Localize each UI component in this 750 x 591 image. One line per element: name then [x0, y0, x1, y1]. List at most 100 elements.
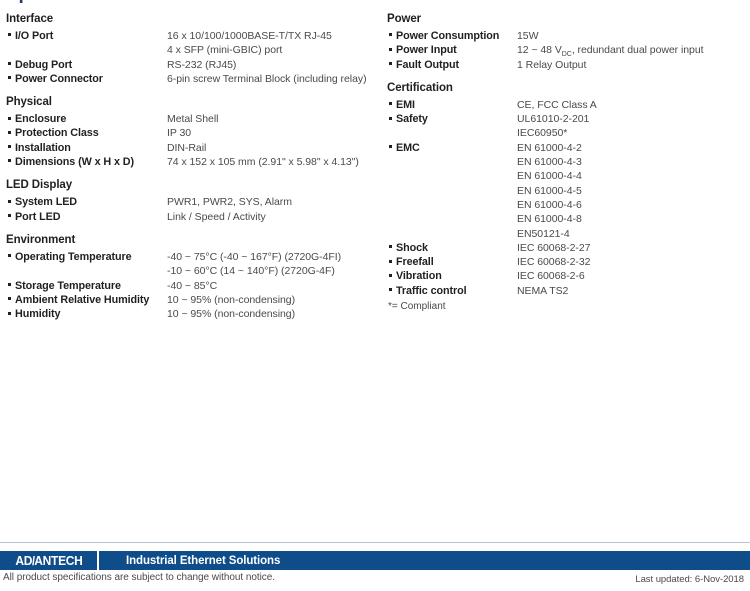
spec-label: Storage Temperature — [15, 279, 121, 292]
bullet-icon — [6, 307, 15, 321]
bullet-icon — [6, 141, 15, 155]
spec-row: Power Input 12 ~ 48 VDC, redundant dual p… — [387, 43, 747, 59]
spec-row: Fault Output 1 Relay Output — [387, 58, 747, 72]
spec-label: Vibration — [396, 270, 442, 283]
footer-tagline: Industrial Ethernet Solutions — [126, 554, 281, 567]
spec-value: IEC 60068-2-32 — [517, 256, 591, 269]
spec-section: Interface I/O Port 16 x 10/100/1000BASE-T/… — [6, 12, 378, 86]
spec-row: Freefall IEC 60068-2-32 — [387, 255, 747, 269]
bullet-icon — [387, 29, 396, 43]
spec-row: Vibration IEC 60068-2-6 — [387, 269, 747, 283]
spec-value: 10 ~ 95% (non-condensing) — [167, 293, 296, 306]
bullet-icon — [6, 293, 15, 307]
spec-value: EN 61000-4-2 EN 61000-4-3 EN 61000-4-4 E… — [517, 141, 582, 240]
spec-label: Dimensions (W x H x D) — [15, 156, 134, 169]
bullet-icon — [6, 72, 15, 86]
spec-row: Debug Port RS-232 (RJ45) — [6, 58, 378, 72]
spec-value: DIN-Rail — [167, 141, 207, 154]
spec-label: System LED — [15, 196, 78, 209]
spec-row: Shock IEC 60068-2-27 — [387, 241, 747, 255]
spec-value: 15W — [517, 30, 539, 42]
spec-label: Power Connector — [15, 72, 103, 85]
spec-value: 10 ~ 95% (non-condensing) — [167, 308, 296, 321]
footer-divider-rule — [0, 542, 750, 543]
footer-disclaimer: All product specifications are subject t… — [3, 572, 275, 583]
section-footnote: *= Compliant — [388, 301, 446, 313]
bullet-icon — [6, 279, 15, 293]
spec-value: PWR1, PWR2, SYS, Alarm — [167, 196, 292, 209]
bullet-icon — [6, 195, 15, 209]
spec-value: Metal Shell — [167, 113, 219, 126]
bullet-icon — [387, 112, 396, 126]
spec-row: EMC EN 61000-4-2 EN 61000-4-3 EN 61000-4-… — [387, 141, 747, 241]
specs-left-column: Interface I/O Port 16 x 10/100/1000BASE-T/… — [6, 12, 378, 330]
spec-label: Protection Class — [15, 127, 99, 140]
spec-label: Installation — [15, 141, 71, 154]
spec-label: Ambient Relative Humidity — [15, 293, 150, 306]
spec-row: Power Connector 6-pin screw Terminal Bloc… — [6, 72, 378, 86]
spec-label: Shock — [396, 241, 428, 254]
spec-row: Traffic control NEMA TS2 — [387, 284, 747, 298]
spec-section: Certification EMI CE, FCC Class A Safety UL6… — [387, 81, 747, 314]
spec-value: UL61010-2-201 IEC60950* — [517, 113, 590, 140]
bullet-icon — [387, 241, 396, 255]
spec-section: Power Power Consumption 15W Power Input 12 ~… — [387, 12, 747, 72]
spec-value: IP 30 — [167, 127, 192, 140]
advantech-logo: AD\ANTECH — [0, 551, 97, 570]
bullet-icon — [387, 141, 396, 155]
bullet-icon — [6, 126, 15, 140]
spec-section: LED Display System LED PWR1, PWR2, SYS, Al… — [6, 178, 378, 224]
spec-row: Power Consumption 15W — [387, 29, 747, 43]
footer-bar: AD\ANTECH Industrial Ethernet Solutions — [0, 551, 750, 570]
section-title: Certification — [387, 81, 453, 94]
spec-row: I/O Port 16 x 10/100/1000BASE-T/TX RJ-45 … — [6, 29, 378, 58]
spec-label: Power Consumption — [396, 30, 500, 42]
spec-value: RS-232 (RJ45) — [167, 58, 237, 71]
spec-label: Traffic control — [396, 284, 467, 297]
spec-label: Debug Port — [15, 58, 73, 71]
spec-row: Safety UL61010-2-201 IEC60950* — [387, 112, 747, 141]
spec-row: Protection Class IP 30 — [6, 126, 378, 140]
section-title: Power — [387, 13, 422, 25]
spec-label: Safety — [396, 113, 428, 126]
bullet-icon — [387, 269, 396, 283]
bullet-icon — [6, 250, 15, 264]
spec-value: NEMA TS2 — [517, 284, 569, 297]
spec-value: 1 Relay Output — [517, 58, 587, 71]
spec-value: IEC 60068-2-6 — [517, 270, 585, 283]
spec-row: System LED PWR1, PWR2, SYS, Alarm — [6, 195, 378, 209]
spec-value: -40 ~ 85°C — [167, 279, 218, 292]
spec-row: EMI CE, FCC Class A — [387, 98, 747, 112]
bullet-icon — [387, 43, 396, 57]
bullet-icon — [6, 29, 15, 43]
bullet-icon — [387, 58, 396, 72]
spec-value: CE, FCC Class A — [517, 98, 597, 111]
spec-label: Enclosure — [15, 113, 67, 126]
spec-label: Power Input — [396, 44, 457, 57]
spec-row: Enclosure Metal Shell — [6, 112, 378, 126]
spec-section: Physical Enclosure Metal Shell Protection C… — [6, 95, 378, 169]
footer-last-updated: Last updated: 6-Nov-2018 — [635, 574, 744, 585]
spec-value: Link / Speed / Activity — [167, 210, 266, 223]
spec-value: IEC 60068-2-27 — [517, 241, 591, 254]
spec-row: Storage Temperature -40 ~ 85°C — [6, 279, 378, 293]
spec-value: 12 ~ 48 VDC, redundant dual power input — [517, 44, 704, 59]
spec-label: Freefall — [396, 256, 434, 269]
spec-value: -40 ~ 75°C (-40 ~ 167°F) (2720G-4FI) -10… — [167, 250, 342, 278]
spec-label: Port LED — [15, 210, 61, 223]
spec-value: 6-pin screw Terminal Block (including re… — [167, 72, 367, 85]
spec-row: Port LED Link / Speed / Activity — [6, 210, 378, 224]
spec-label: EMI — [396, 98, 415, 111]
page-title: Specifications — [6, 0, 132, 5]
spec-label: Fault Output — [396, 58, 459, 71]
spec-row: Humidity 10 ~ 95% (non-condensing) — [6, 307, 378, 321]
section-title: Physical — [6, 96, 52, 109]
spec-row: Dimensions (W x H x D) 74 x 152 x 105 mm … — [6, 155, 378, 169]
spec-section: Environment Operating Temperature -40 ~ 75… — [6, 233, 378, 321]
specs-right-column: Power Power Consumption 15W Power Input 12 ~… — [387, 12, 747, 323]
section-title: Environment — [6, 233, 76, 246]
spec-value: 16 x 10/100/1000BASE-T/TX RJ-45 4 x SFP … — [167, 30, 332, 57]
bullet-icon — [387, 255, 396, 269]
bullet-icon — [6, 112, 15, 126]
spec-label: Operating Temperature — [15, 250, 132, 263]
